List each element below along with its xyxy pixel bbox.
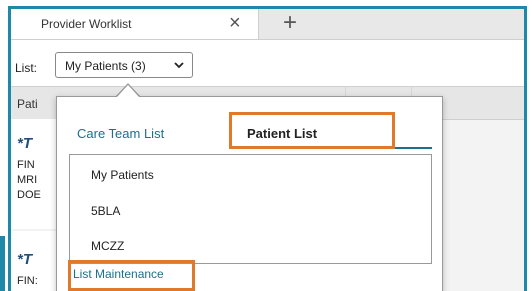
column-header-patient[interactable]: Pati — [17, 97, 38, 111]
chevron-down-icon — [174, 62, 184, 69]
highlight-box-patient-list — [229, 112, 395, 149]
add-tab-icon[interactable]: + — [283, 9, 297, 37]
fin-label: FIN: — [17, 275, 38, 287]
tab-bar: Provider Worklist × + — [11, 9, 524, 40]
list-label: List: — [15, 61, 38, 75]
list-selector-bar: List: My Patients (3) — [11, 40, 524, 86]
list-dropdown[interactable]: My Patients (3) — [55, 52, 193, 78]
worklist-window: Provider Worklist × + List: My Patients … — [8, 6, 527, 291]
dob-label: DOE — [17, 189, 41, 201]
mrn-label: MRI — [17, 174, 38, 186]
tab-care-team-list[interactable]: Care Team List — [77, 126, 164, 141]
list-item-label: 5BLA — [91, 204, 121, 218]
patient-name-partial: *T — [17, 135, 32, 152]
list-item-5bla[interactable]: 5BLA — [70, 194, 431, 228]
close-icon[interactable]: × — [229, 12, 241, 34]
tab-provider-worklist[interactable]: Provider Worklist × — [11, 9, 259, 39]
popup-caret-fill — [117, 85, 139, 97]
patient-lists: My Patients 5BLA MCZZ — [69, 154, 432, 264]
highlight-box-list-maintenance — [68, 260, 195, 291]
list-dropdown-value: My Patients (3) — [65, 59, 146, 73]
tab-title: Provider Worklist — [41, 17, 132, 31]
fin-label: FIN — [17, 159, 35, 171]
list-item-mczz[interactable]: MCZZ — [70, 229, 431, 263]
list-item-my-patients[interactable]: My Patients — [70, 158, 431, 192]
window-edge — [0, 236, 5, 291]
list-item-label: MCZZ — [91, 239, 125, 253]
patient-name-partial: *T — [17, 251, 32, 268]
list-dropdown-popup: Care Team List Patient List My Patients … — [56, 96, 443, 291]
list-item-label: My Patients — [91, 168, 154, 182]
